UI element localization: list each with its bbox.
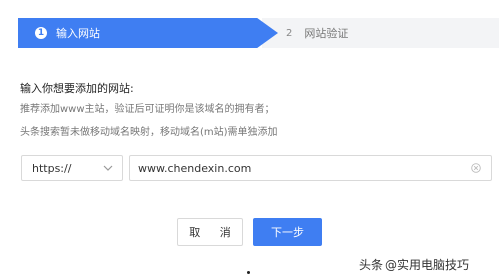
steps-bar: 1 输入网站 2 网站验证 bbox=[0, 18, 499, 48]
cursor-dot bbox=[247, 271, 250, 274]
next-step-button[interactable]: 下一步 bbox=[253, 218, 322, 246]
protocol-value: https:// bbox=[32, 161, 72, 175]
watermark-platform: 头条 bbox=[359, 258, 384, 272]
step-1-label: 输入网站 bbox=[56, 27, 100, 40]
domain-input[interactable]: www.chendexin.com bbox=[129, 155, 492, 181]
clear-icon[interactable] bbox=[471, 163, 481, 173]
form-hint-2: 头条搜索暂未做移动域名映射，移动域名(m站)需单独添加 bbox=[20, 127, 278, 138]
step-1-active: 1 输入网站 bbox=[18, 18, 278, 48]
chevron-down-icon bbox=[103, 165, 113, 171]
step-2-number: 2 bbox=[286, 27, 293, 39]
watermark: 头条 @实用电脑技巧 bbox=[359, 256, 471, 273]
protocol-select[interactable]: https:// bbox=[21, 155, 123, 181]
step-2-inactive: 2 网站验证 bbox=[262, 18, 499, 48]
step-2-label: 网站验证 bbox=[304, 27, 349, 40]
watermark-account: @实用电脑技巧 bbox=[385, 258, 470, 272]
domain-value: www.chendexin.com bbox=[138, 161, 252, 175]
form-title: 输入你想要添加的网站: bbox=[20, 82, 134, 95]
step-1-number: 1 bbox=[35, 27, 47, 39]
form-hint-1: 推荐添加www主站，验证后可证明你是该域名的拥有者； bbox=[20, 104, 275, 115]
cancel-button[interactable]: 取 消 bbox=[177, 218, 243, 246]
